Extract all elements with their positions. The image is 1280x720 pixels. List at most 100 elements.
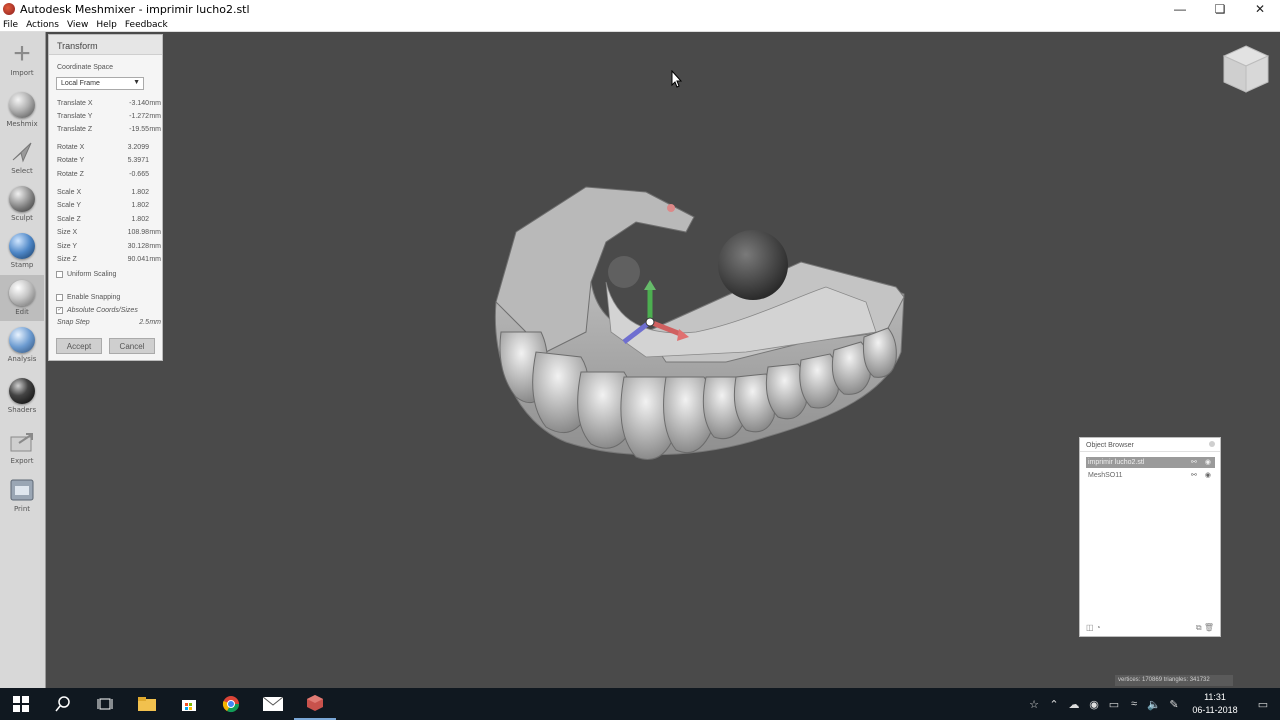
translate-y-row[interactable]: Translate Y -1.272 mm [57,113,161,124]
tool-meshmix-label: Meshmix [6,120,38,128]
translate-z-label: Translate Z [57,126,93,133]
search-icon[interactable] [42,688,84,720]
cancel-button[interactable]: Cancel [109,338,155,354]
translate-z-unit: mm [149,126,161,133]
check-icon[interactable]: ✓ [56,306,63,314]
size-z-value[interactable]: 90.041 [109,256,149,263]
rotate-y-value[interactable]: 5.3971 [109,157,149,164]
view-cube[interactable] [1222,44,1270,94]
eye-icon[interactable]: ◉ [1205,471,1211,479]
tool-export[interactable]: Export [0,424,44,470]
translate-x-label: Translate X [57,100,93,107]
scale-x-row[interactable]: Scale X 1.802 [57,189,157,200]
file-explorer-icon[interactable] [126,688,168,720]
translate-z-value[interactable]: -19.55 [109,126,149,133]
size-y-row[interactable]: Size Y 30.128 mm [57,243,161,254]
system-tray: ☆ ⌃ ☁ ◉ ▭ ≈ 🔈 ✎ 11:31 06-11-2018 ▭ [1024,688,1280,720]
object-item[interactable]: MeshSO11 ⚯ ◉ [1086,470,1215,481]
mail-icon[interactable] [252,688,294,720]
tool-meshmix[interactable]: Meshmix [0,87,44,133]
size-z-unit: mm [149,256,161,263]
rotate-x-row[interactable]: Rotate X 3.2099 [57,144,157,155]
menu-actions[interactable]: Actions [22,20,63,30]
translate-x-row[interactable]: Translate X -3.140 mm [57,100,161,111]
coordinate-space-dropdown[interactable]: Local Frame ▼ [56,77,144,90]
scale-z-value[interactable]: 1.802 [109,216,149,223]
tool-sculpt[interactable]: Sculpt [0,181,44,227]
transform-panel-title: Transform [49,35,162,55]
menu-view[interactable]: View [63,20,92,30]
chrome-tray-icon[interactable]: ◉ [1084,688,1104,720]
mesh-stats: vertices: 170869 triangles: 341732 [1115,675,1233,686]
tool-print[interactable]: Print [0,472,44,518]
tool-edit[interactable]: Edit [0,275,44,321]
translate-y-value[interactable]: -1.272 [109,113,149,120]
menu-file[interactable]: File [0,20,22,30]
tool-select[interactable]: Select [0,134,44,180]
size-x-row[interactable]: Size X 108.98 mm [57,229,161,240]
size-y-value[interactable]: 30.128 [109,243,149,250]
snap-step-value[interactable]: 2.5 [109,319,149,326]
lock-icon[interactable]: ⚯ [1191,458,1197,466]
tool-shaders[interactable]: Shaders [0,373,44,419]
duplicate-delete-icons[interactable]: ⧉ 🗑 [1196,623,1214,633]
scale-z-row[interactable]: Scale Z 1.802 [57,216,157,227]
notification-icon[interactable]: ▭ [1246,688,1280,720]
close-button[interactable]: ✕ [1240,0,1280,18]
translate-x-value[interactable]: -3.140 [109,100,149,107]
snap-step-row[interactable]: Snap Step 2.5 mm [57,319,161,330]
taskbar-clock[interactable]: 11:31 06-11-2018 [1184,691,1246,717]
task-view-icon[interactable] [84,688,126,720]
tool-stamp[interactable]: Stamp [0,228,44,274]
chrome-icon[interactable] [210,688,252,720]
minimize-button[interactable]: — [1160,0,1200,18]
lock-icon[interactable]: ⚯ [1191,471,1197,479]
rotate-z-row[interactable]: Rotate Z -0.665 [57,171,157,182]
windows-taskbar: ☆ ⌃ ☁ ◉ ▭ ≈ 🔈 ✎ 11:31 06-11-2018 ▭ [0,688,1280,720]
maximize-button[interactable]: ❏ [1200,0,1240,18]
menu-help[interactable]: Help [92,20,121,30]
shaders-icon [8,377,36,405]
rotate-z-label: Rotate Z [57,171,84,178]
close-icon[interactable] [1209,441,1215,447]
people-icon[interactable]: ☆ [1024,688,1044,720]
tool-import-label: Import [10,69,34,77]
absolute-coords-checkbox[interactable]: ✓ Absolute Coords/Sizes [56,305,138,315]
meshmixer-taskbar-icon[interactable] [294,688,336,720]
rotate-x-label: Rotate X [57,144,85,151]
cube-icon[interactable]: ◫ ◔ [1086,623,1101,633]
scale-x-value[interactable]: 1.802 [109,189,149,196]
size-z-row[interactable]: Size Z 90.041 mm [57,256,161,267]
export-icon [8,428,36,456]
pen-icon[interactable]: ✎ [1164,688,1184,720]
tool-analysis[interactable]: Analysis [0,322,44,368]
eye-icon[interactable]: ◉ [1205,458,1211,466]
uniform-scaling-box[interactable] [56,270,63,278]
rotate-z-value[interactable]: -0.665 [109,171,149,178]
tool-select-label: Select [11,167,33,175]
battery-icon[interactable]: ▭ [1104,688,1124,720]
clock-time: 11:31 [1204,692,1226,702]
enable-snapping-checkbox[interactable]: Enable Snapping [56,292,120,302]
translate-z-row[interactable]: Translate Z -19.55 mm [57,126,161,137]
enable-snapping-box[interactable] [56,293,63,301]
accept-button[interactable]: Accept [56,338,102,354]
stamp-icon [8,232,36,260]
rotate-y-label: Rotate Y [57,157,85,164]
size-x-value[interactable]: 108.98 [109,229,149,236]
uniform-scaling-checkbox[interactable]: Uniform Scaling [56,269,116,279]
rotate-x-value[interactable]: 3.2099 [109,144,149,151]
tool-import[interactable]: + Import [0,36,44,82]
chevron-up-icon[interactable]: ⌃ [1044,688,1064,720]
volume-icon[interactable]: 🔈 [1144,688,1164,720]
windows-start-icon[interactable] [0,688,42,720]
scale-y-row[interactable]: Scale Y 1.802 [57,202,157,213]
tool-shaders-label: Shaders [7,406,37,414]
store-icon[interactable] [168,688,210,720]
object-item[interactable]: imprimir lucho2.stl ⚯ ◉ [1086,457,1215,468]
scale-y-value[interactable]: 1.802 [109,202,149,209]
network-icon[interactable]: ≈ [1124,688,1144,720]
cloud-icon[interactable]: ☁ [1064,688,1084,720]
rotate-y-row[interactable]: Rotate Y 5.3971 [57,157,157,168]
menu-feedback[interactable]: Feedback [121,20,172,30]
